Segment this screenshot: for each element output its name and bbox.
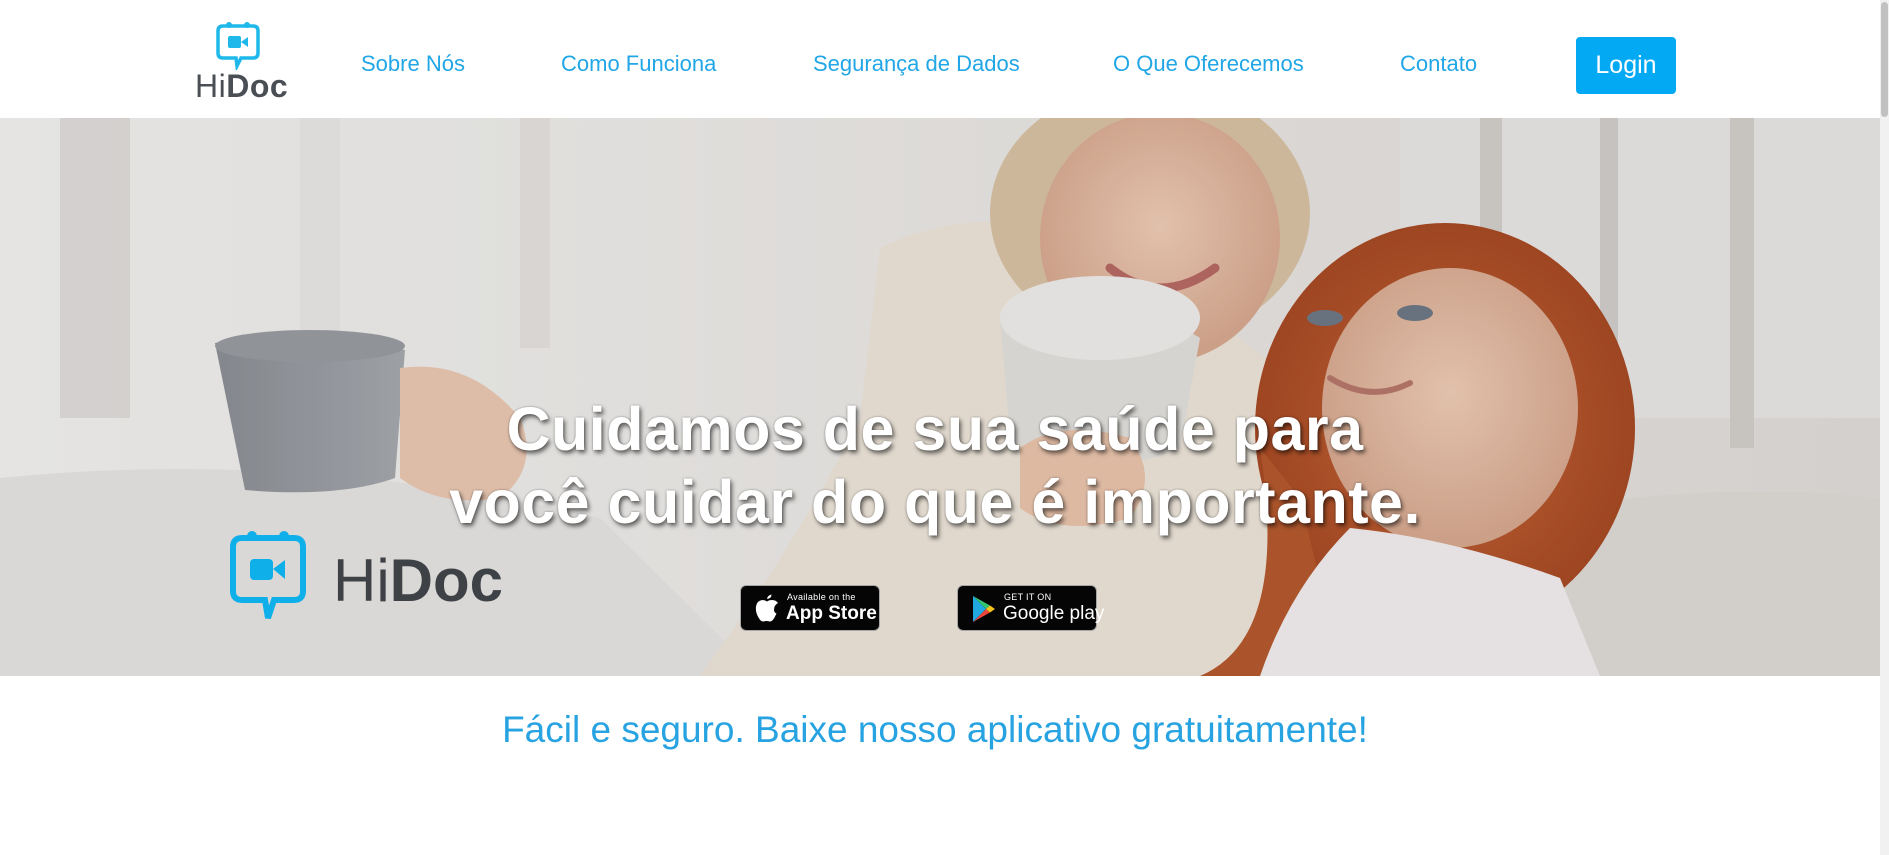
hero-banner: Cuidamos de sua saúde para você cuidar d…	[0, 118, 1880, 676]
app-store-big-text: App Store	[786, 603, 877, 624]
hero-logo-text-light: Hi	[333, 547, 390, 614]
nav-sobre-nos[interactable]: Sobre Nós	[361, 50, 465, 78]
nav-o-que-oferecemos[interactable]: O Que Oferecemos	[1113, 50, 1304, 78]
nav-como-funciona[interactable]: Como Funciona	[561, 50, 716, 78]
app-store-small-text: Available on the	[787, 592, 856, 602]
google-play-big-text: Google play	[1003, 603, 1105, 624]
hidoc-logo[interactable]: HiDoc	[195, 20, 288, 103]
scrollbar-thumb[interactable]	[1881, 2, 1888, 117]
video-chat-bubble-icon	[216, 22, 260, 70]
hero-logo-wordmark: HiDoc	[333, 550, 503, 612]
login-button[interactable]: Login	[1576, 37, 1676, 94]
page-scrollbar[interactable]	[1880, 0, 1889, 855]
app-store-badge[interactable]: Available on the App Store	[740, 585, 880, 631]
logo-text-bold: Doc	[226, 68, 289, 104]
logo-wordmark: HiDoc	[195, 69, 288, 103]
google-play-small-text: GET IT ON	[1004, 592, 1052, 602]
hero-logo-text-bold: Doc	[389, 547, 504, 614]
google-play-icon	[973, 596, 995, 622]
download-tagline: Fácil e seguro. Baixe nosso aplicativo g…	[502, 709, 1368, 750]
apple-icon	[755, 594, 778, 622]
site-header: HiDoc Sobre Nós Como Funciona Segurança …	[0, 0, 1880, 118]
nav-contato[interactable]: Contato	[1400, 50, 1477, 78]
hero-title: Cuidamos de sua saúde para você cuidar d…	[0, 393, 1870, 539]
logo-text-light: Hi	[195, 68, 227, 104]
video-chat-bubble-icon	[230, 531, 306, 619]
google-play-badge[interactable]: GET IT ON Google play	[957, 585, 1104, 631]
nav-seguranca-de-dados[interactable]: Segurança de Dados	[813, 50, 1020, 78]
hero-title-line-1: Cuidamos de sua saúde para	[506, 395, 1364, 463]
hero-hidoc-logo: HiDoc	[228, 528, 518, 628]
